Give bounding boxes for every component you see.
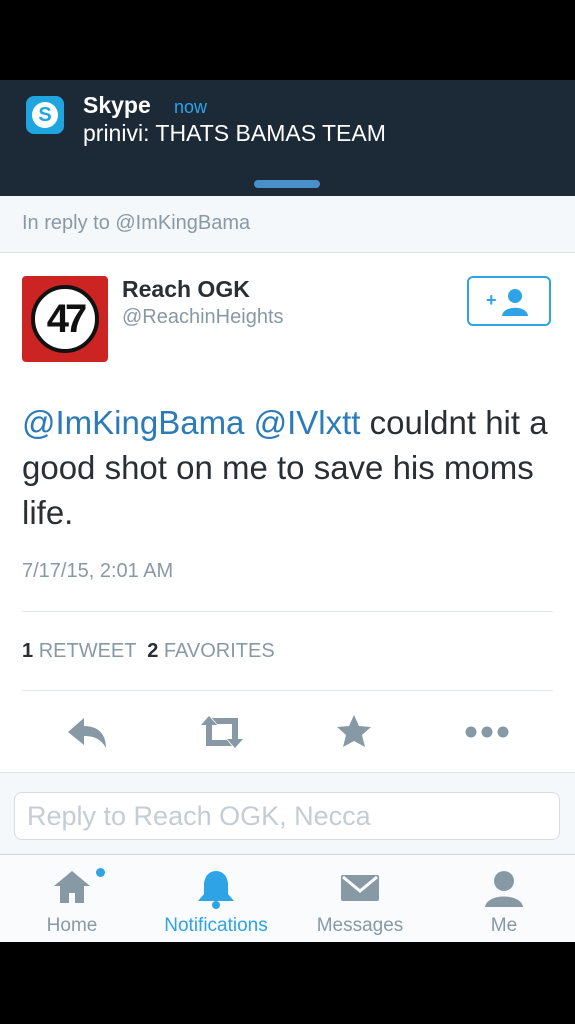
skype-logo-icon: S	[26, 96, 64, 134]
tab-home[interactable]: Home	[0, 855, 144, 942]
avatar[interactable]: 47	[22, 276, 108, 362]
mention-link[interactable]: @ImKingBama	[22, 404, 244, 441]
svg-text:+: +	[486, 290, 497, 310]
retweet-icon[interactable]	[197, 712, 247, 757]
reply-compose-area	[0, 772, 575, 855]
add-user-icon: +	[486, 289, 528, 316]
home-unread-dot	[96, 868, 105, 877]
divider	[22, 611, 553, 612]
author-name[interactable]: Reach OGK	[122, 276, 250, 303]
tab-messages-label: Messages	[316, 915, 404, 936]
reply-context-text: In reply to @ImKingBama	[22, 212, 251, 234]
skype-notification-banner[interactable]: S Skype now prinivi: THATS BAMAS TEAM	[0, 80, 575, 196]
envelope-icon	[338, 867, 382, 912]
app-screen: S Skype now prinivi: THATS BAMAS TEAM In…	[0, 80, 575, 942]
person-icon	[482, 867, 526, 916]
mention-link[interactable]: @IVlxtt	[254, 404, 361, 441]
retweets-stat[interactable]: 1 RETWEET	[22, 640, 136, 662]
favorites-stat[interactable]: 2 FAVORITES	[147, 640, 274, 662]
tab-notifications[interactable]: Notifications	[144, 855, 288, 942]
notification-app-name: Skype	[83, 92, 151, 118]
tweet-timestamp: 7/17/15, 2:01 AM	[22, 560, 174, 582]
tweet-text: @ImKingBama @IVlxtt couldnt hit a good s…	[22, 400, 552, 535]
more-icon[interactable]	[464, 712, 510, 757]
bell-icon	[194, 867, 238, 916]
avatar-logo-text: 47	[31, 285, 99, 353]
tab-me-label: Me	[490, 915, 518, 936]
tab-me[interactable]: Me	[432, 855, 575, 942]
tab-notifications-label: Notifications	[164, 915, 268, 936]
author-handle[interactable]: @ReachinHeights	[122, 306, 284, 329]
follow-button[interactable]: +	[467, 276, 551, 326]
notification-time: now	[174, 97, 208, 117]
reply-input[interactable]	[14, 792, 560, 840]
notification-message: prinivi: THATS BAMAS TEAM	[83, 120, 386, 146]
tab-home-label: Home	[46, 915, 98, 936]
tweet-stats: 1 RETWEET 2 FAVORITES	[22, 640, 275, 663]
notification-drag-handle[interactable]	[254, 180, 320, 188]
tab-messages[interactable]: Messages	[288, 855, 432, 942]
reply-icon[interactable]	[66, 712, 110, 757]
reply-context-bar[interactable]: In reply to @ImKingBama	[0, 196, 575, 253]
divider	[22, 690, 553, 691]
favorite-icon[interactable]	[334, 712, 374, 757]
home-icon	[50, 867, 94, 912]
tab-bar: Home Notifications Messages Me	[0, 854, 575, 942]
